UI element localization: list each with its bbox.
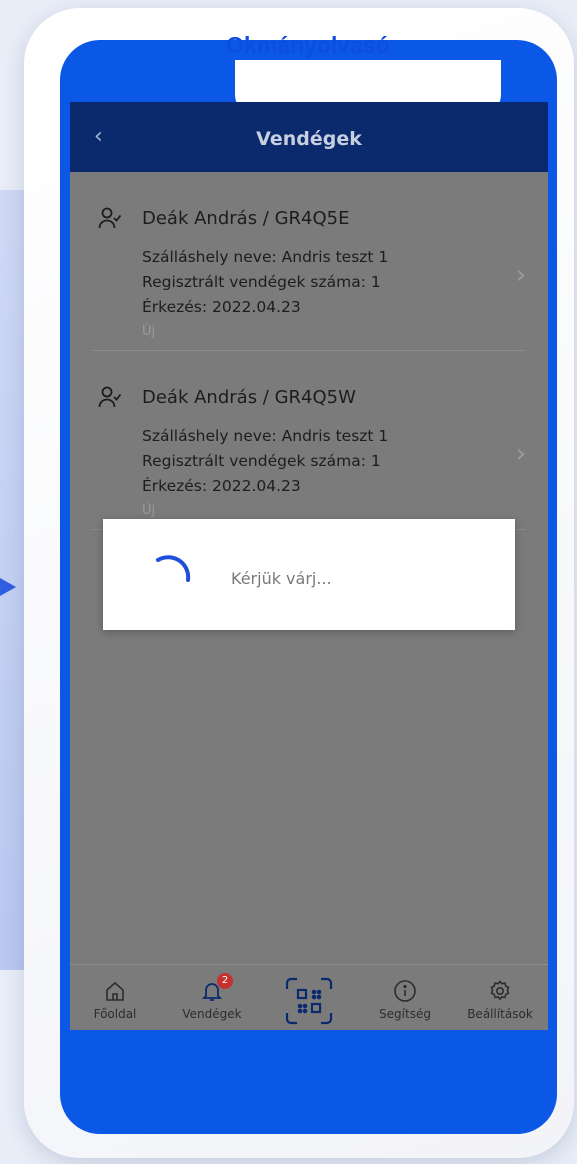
- chevron-right-icon: ›: [515, 439, 526, 469]
- tab-label: Beállítások: [467, 1007, 533, 1021]
- chevron-right-icon: ›: [515, 260, 526, 290]
- bottom-tab-bar: Főoldal 2 Vendégek Segítség Beállítások: [70, 964, 548, 1030]
- banner-title: Okmányolvasó: [226, 32, 390, 58]
- page-title: Vendégek: [256, 128, 362, 150]
- home-icon: [106, 981, 124, 1001]
- list-item[interactable]: Deák András / GR4Q5W Szálláshely neve: A…: [92, 351, 526, 530]
- registered-count: Regisztrált vendégek száma: 1: [142, 452, 381, 470]
- status-badge: Új: [142, 503, 156, 518]
- qr-scan-icon: [285, 977, 333, 1025]
- accommodation-name: Szálláshely neve: Andris teszt 1: [142, 248, 389, 266]
- accommodation-name: Szálláshely neve: Andris teszt 1: [142, 427, 389, 445]
- tab-home[interactable]: Főoldal: [70, 979, 160, 1021]
- user-check-icon: [98, 386, 122, 408]
- tab-label: Segítség: [379, 1007, 431, 1021]
- loading-message: Kérjük várj...: [231, 569, 332, 588]
- pointer-arrow-icon: [0, 578, 16, 596]
- loading-dialog: Kérjük várj...: [103, 519, 515, 630]
- guest-name: Deák András / GR4Q5E: [142, 208, 350, 229]
- guest-list: Deák András / GR4Q5E Szálláshely neve: A…: [70, 172, 548, 530]
- tab-settings[interactable]: Beállítások: [455, 979, 545, 1021]
- arrival-date: Érkezés: 2022.04.23: [142, 477, 301, 495]
- arrival-date: Érkezés: 2022.04.23: [142, 298, 301, 316]
- tab-help[interactable]: Segítség: [360, 979, 450, 1021]
- notification-badge: 2: [217, 973, 233, 989]
- gear-icon: [490, 980, 510, 1001]
- registered-count: Regisztrált vendégek száma: 1: [142, 273, 381, 291]
- status-badge: Új: [142, 324, 156, 339]
- info-icon: [394, 980, 416, 1002]
- tab-label: Főoldal: [93, 1007, 137, 1021]
- app-header: ‹ Vendégek: [70, 102, 548, 172]
- user-check-icon: [98, 207, 122, 229]
- spinner-icon: [156, 555, 191, 582]
- tab-guests[interactable]: 2 Vendégek: [167, 973, 257, 1021]
- guest-name: Deák András / GR4Q5W: [142, 387, 356, 408]
- tab-label: Vendégek: [182, 1007, 242, 1021]
- tab-scan[interactable]: [264, 975, 354, 1027]
- list-item[interactable]: Deák András / GR4Q5E Szálláshely neve: A…: [92, 172, 526, 351]
